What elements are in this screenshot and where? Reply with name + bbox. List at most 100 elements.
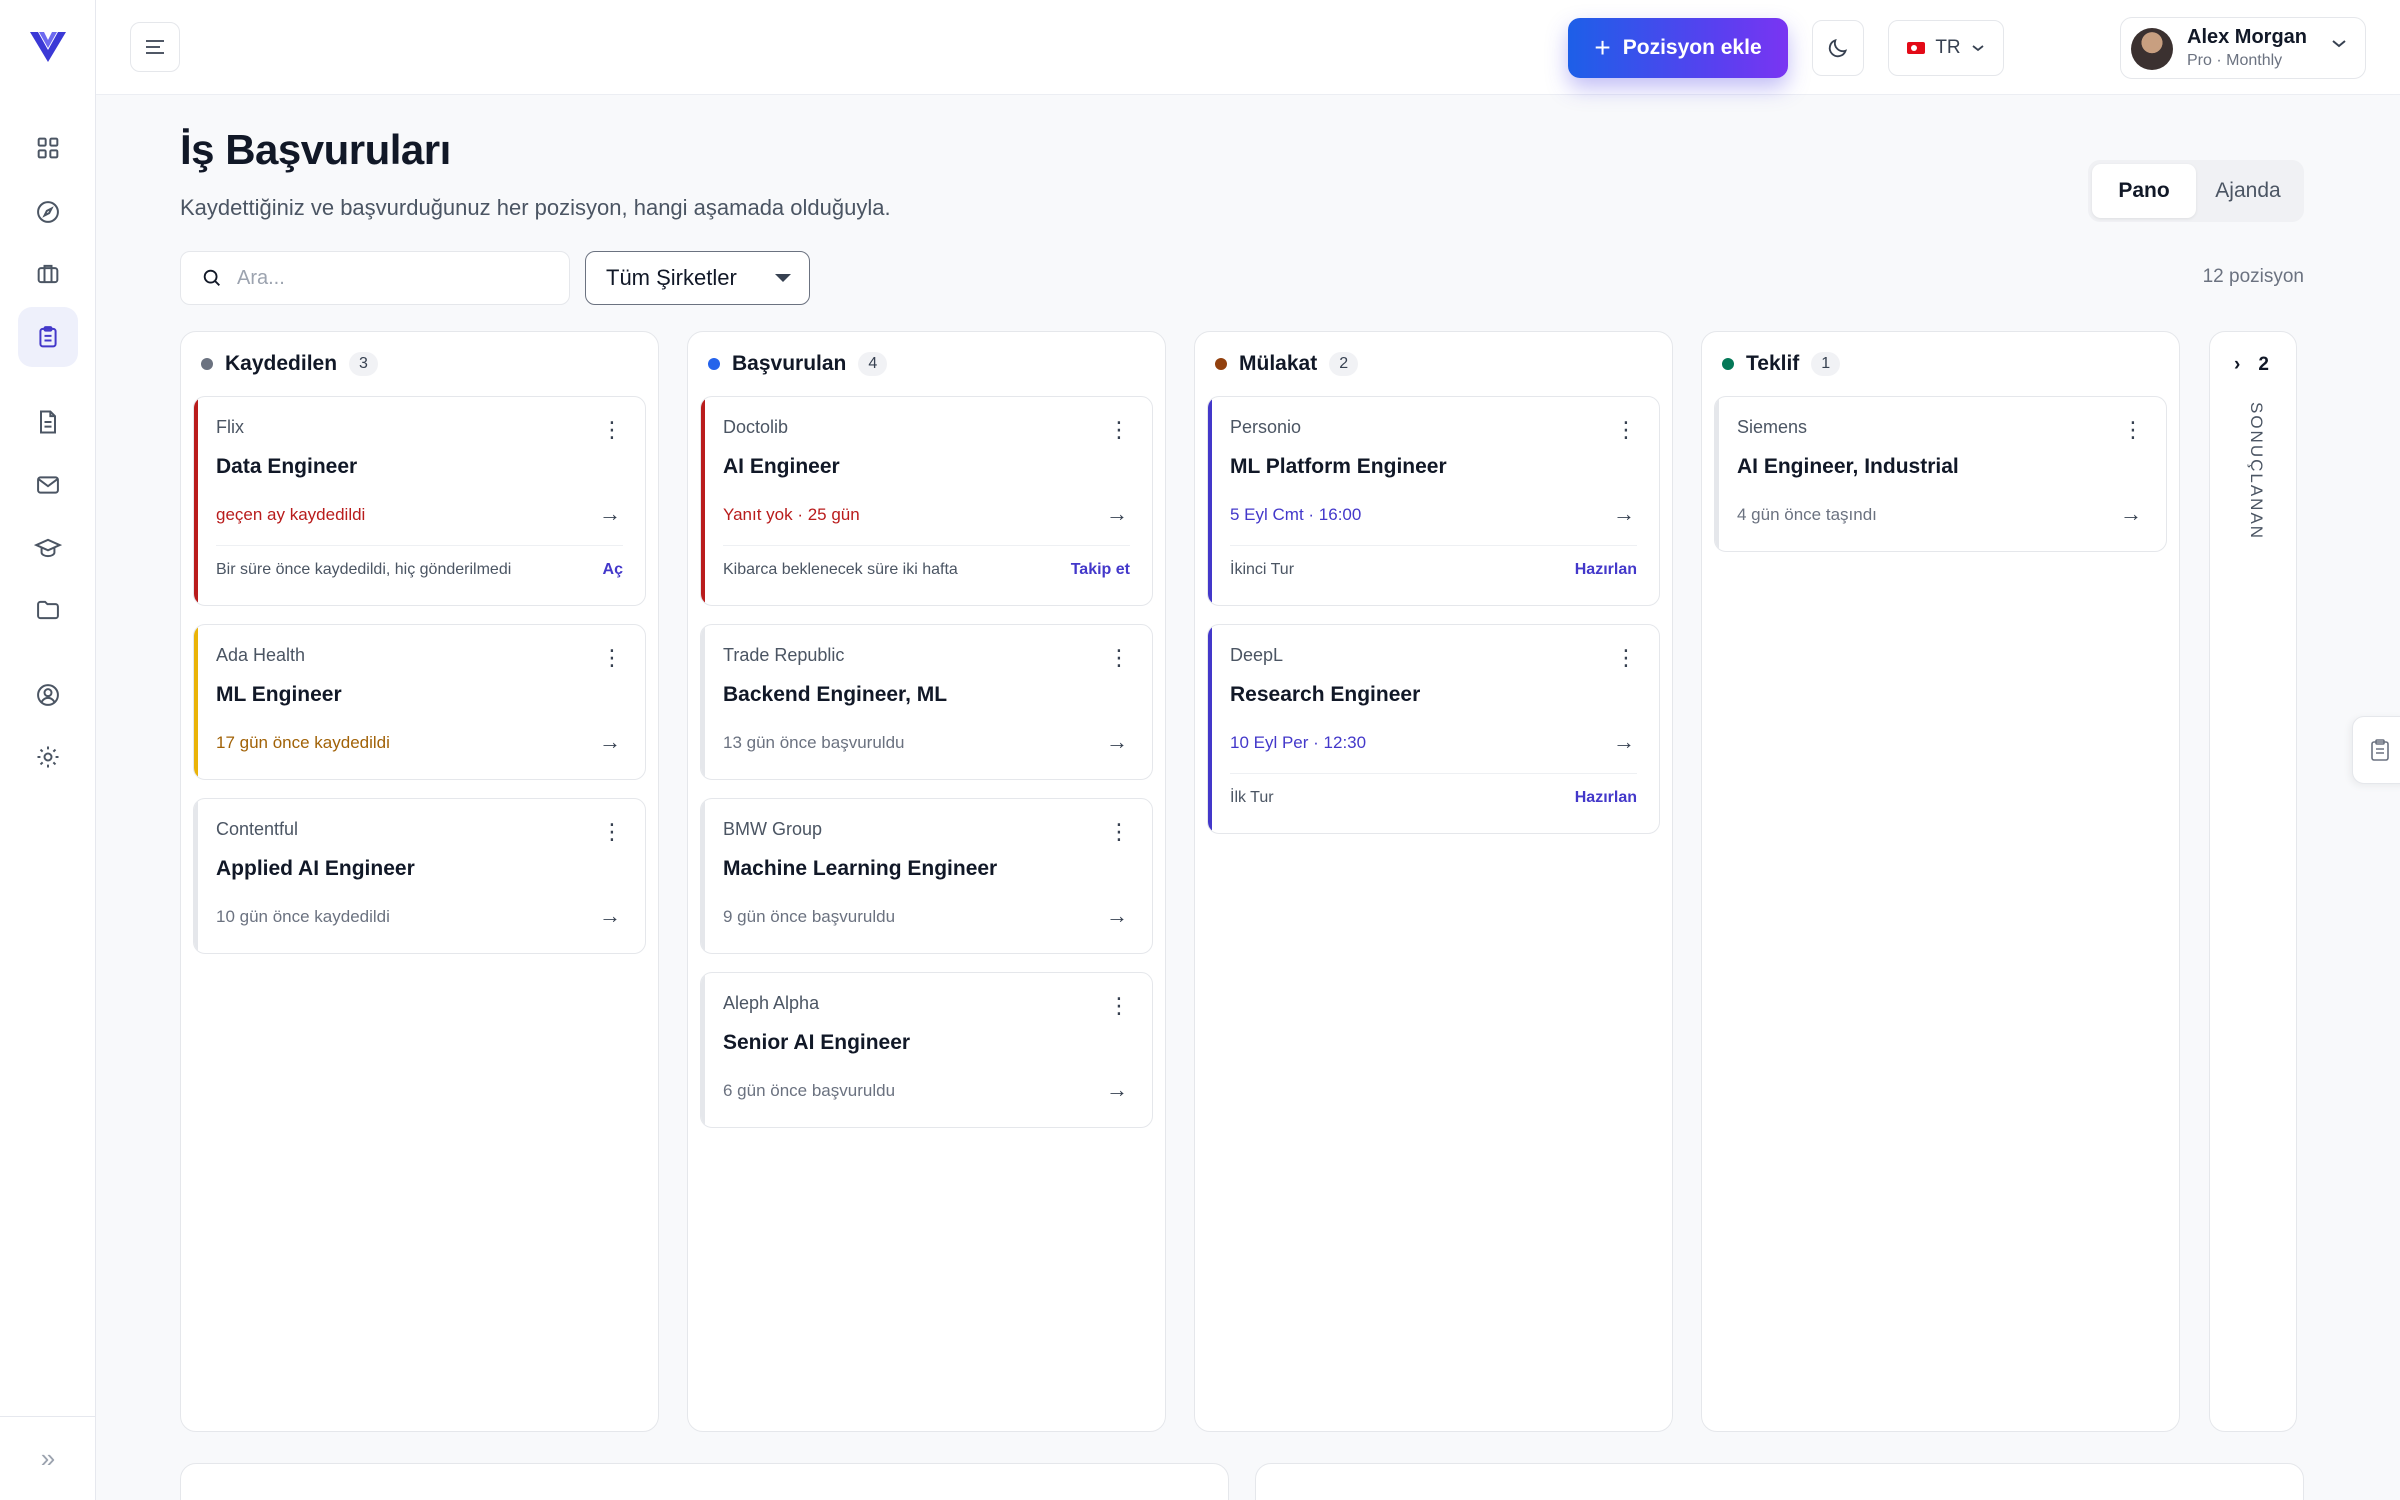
folder-icon[interactable] (18, 580, 78, 640)
job-card[interactable]: Contentful ⋮ Applied AI Engineer 10 gün … (193, 798, 646, 954)
bottom-panel-right (1255, 1463, 2304, 1500)
more-options-icon[interactable]: ⋮ (601, 419, 623, 441)
card-status: 10 gün önce kaydedildi (216, 907, 390, 926)
card-company: Contentful (216, 819, 299, 839)
arrow-right-icon[interactable]: → (2120, 501, 2142, 527)
card-title: Research Engineer (1230, 683, 1421, 706)
card-action-link[interactable]: Aç (603, 561, 623, 579)
column-title: Teklif (1746, 352, 1800, 375)
card-footer: Kibarca beklenecek süre iki hafta Takip … (723, 545, 1130, 593)
more-options-icon[interactable]: ⋮ (1108, 647, 1130, 669)
job-card[interactable]: Ada Health ⋮ ML Engineer 17 gün önce kay… (193, 624, 646, 780)
more-options-icon[interactable]: ⋮ (1108, 995, 1130, 1017)
card-status: 13 gün önce başvuruldu (723, 733, 905, 752)
expand-sidebar-icon[interactable]: » (0, 1416, 96, 1500)
status-dot (1215, 358, 1227, 370)
clipboard-icon[interactable] (18, 307, 78, 367)
document-icon[interactable] (18, 392, 78, 452)
job-card[interactable]: Personio ⋮ ML Platform Engineer 5 Eyl Cm… (1207, 396, 1660, 606)
card-company: Doctolib (723, 417, 789, 437)
card-note: Kibarca beklenecek süre iki hafta (723, 560, 958, 578)
job-card[interactable]: DeepL ⋮ Research Engineer 10 Eyl Per · 1… (1207, 624, 1660, 834)
view-tab-agenda[interactable]: Ajanda (2196, 164, 2300, 218)
more-options-icon[interactable]: ⋮ (601, 821, 623, 843)
arrow-right-icon[interactable]: → (599, 729, 621, 755)
view-tab-board[interactable]: Pano (2092, 164, 2196, 218)
more-options-icon[interactable]: ⋮ (1615, 647, 1637, 669)
card-company: Ada Health (216, 645, 306, 665)
user-name: Alex Morgan (2187, 26, 2308, 48)
column-header: Mülakat 2 (1215, 352, 1359, 376)
moon-icon (1828, 38, 1848, 58)
card-title: ML Engineer (216, 683, 342, 706)
chevron-right-icon[interactable]: › (2234, 354, 2240, 376)
arrow-right-icon[interactable]: → (1106, 729, 1128, 755)
user-plan: Pro · Monthly (2187, 52, 2283, 69)
job-card[interactable]: Aleph Alpha ⋮ Senior AI Engineer 6 gün ö… (700, 972, 1153, 1128)
theme-toggle-button[interactable] (1812, 20, 1864, 76)
column-applied: Başvurulan 4 Doctolib ⋮ AI Engineer Yanı… (687, 331, 1166, 1432)
graduation-cap-icon[interactable] (18, 518, 78, 578)
column-header: Başvurulan 4 (708, 352, 888, 376)
card-status: 10 Eyl Per · 12:30 (1230, 733, 1367, 752)
clipboard-icon (2371, 739, 2389, 761)
bottom-panel-left (180, 1463, 1229, 1500)
more-options-icon[interactable]: ⋮ (601, 647, 623, 669)
column-title: Başvurulan (732, 352, 847, 375)
search-icon (203, 269, 220, 286)
mail-icon[interactable] (18, 455, 78, 515)
card-company: Personio (1230, 417, 1302, 437)
briefcase-icon[interactable] (18, 244, 78, 304)
add-position-button[interactable]: + Pozisyon ekle (1568, 18, 1788, 78)
more-options-icon[interactable]: ⋮ (2122, 419, 2144, 441)
column-closed-collapsed[interactable]: › 2 SONUÇLANAN (2209, 331, 2297, 1432)
card-title: ML Platform Engineer (1230, 455, 1447, 478)
job-card[interactable]: BMW Group ⋮ Machine Learning Engineer 9 … (700, 798, 1153, 954)
app-logo[interactable] (28, 28, 68, 66)
caret-down-icon (775, 274, 791, 282)
card-action-link[interactable]: Takip et (1071, 561, 1130, 579)
arrow-right-icon[interactable]: → (599, 903, 621, 929)
arrow-right-icon[interactable]: → (1106, 501, 1128, 527)
menu-toggle-button[interactable] (130, 22, 180, 72)
card-company: DeepL (1230, 645, 1284, 665)
column-title: SONUÇLANAN (2247, 402, 2266, 541)
job-card[interactable]: Siemens ⋮ AI Engineer, Industrial 4 gün … (1714, 396, 2167, 552)
column-offer: Teklif 1 Siemens ⋮ AI Engineer, Industri… (1701, 331, 2180, 1432)
job-card[interactable]: Trade Republic ⋮ Backend Engineer, ML 13… (700, 624, 1153, 780)
compass-icon[interactable] (18, 182, 78, 242)
more-options-icon[interactable]: ⋮ (1108, 821, 1130, 843)
search-input[interactable] (237, 266, 537, 290)
user-circle-icon[interactable] (18, 665, 78, 725)
arrow-right-icon[interactable]: → (599, 501, 621, 527)
dashboard-icon[interactable] (18, 118, 78, 178)
more-options-icon[interactable]: ⋮ (1108, 419, 1130, 441)
gear-icon[interactable] (18, 727, 78, 787)
sidebar: » (0, 0, 96, 1500)
search-box (180, 251, 570, 305)
card-footer: İlk Tur Hazırlan (1230, 773, 1637, 821)
arrow-right-icon[interactable]: → (1613, 729, 1635, 755)
add-position-label: Pozisyon ekle (1622, 36, 1762, 59)
card-action-link[interactable]: Hazırlan (1575, 789, 1637, 807)
card-title: AI Engineer, Industrial (1737, 455, 1959, 478)
avatar (2131, 28, 2173, 70)
card-title: Machine Learning Engineer (723, 857, 998, 880)
card-title: Data Engineer (216, 455, 358, 478)
job-card[interactable]: Doctolib ⋮ AI Engineer Yanıt yok · 25 gü… (700, 396, 1153, 606)
view-toggle: Pano Ajanda (2088, 160, 2304, 222)
arrow-right-icon[interactable]: → (1106, 1077, 1128, 1103)
more-options-icon[interactable]: ⋮ (1615, 419, 1637, 441)
column-header: Kaydedilen 3 (201, 352, 378, 376)
job-card[interactable]: Flix ⋮ Data Engineer geçen ay kaydedildi… (193, 396, 646, 606)
card-action-link[interactable]: Hazırlan (1575, 561, 1637, 579)
side-panel-toggle[interactable] (2352, 716, 2400, 784)
arrow-right-icon[interactable]: → (1613, 501, 1635, 527)
user-menu-button[interactable]: Alex Morgan Pro · Monthly (2120, 17, 2366, 79)
card-note: Bir süre önce kaydedildi, hiç gönderilme… (216, 560, 512, 578)
language-select[interactable]: TR (1888, 20, 2004, 76)
card-title: AI Engineer (723, 455, 840, 478)
company-filter-select[interactable]: Tüm Şirketler (585, 251, 810, 305)
topbar (96, 0, 2400, 95)
arrow-right-icon[interactable]: → (1106, 903, 1128, 929)
